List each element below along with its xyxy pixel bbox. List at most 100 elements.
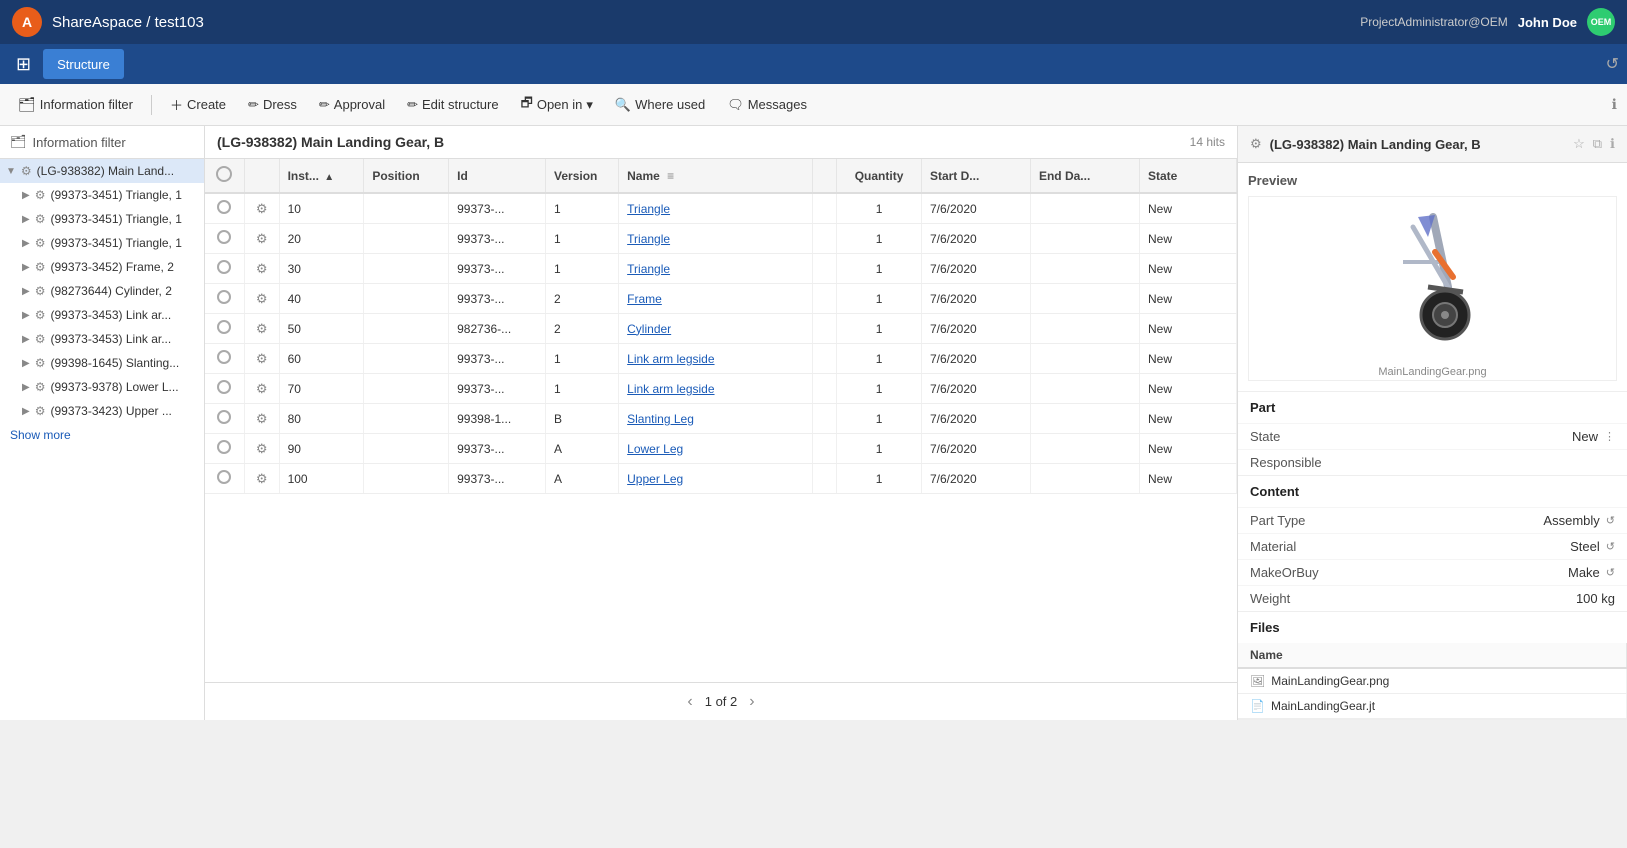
row-gear[interactable]: ⚙: [244, 404, 279, 434]
row-gear[interactable]: ⚙: [244, 254, 279, 284]
table-row[interactable]: ⚙ 70 99373-... 1 Link arm legside 1 7/6/…: [205, 374, 1237, 404]
next-page-button[interactable]: ›: [749, 693, 754, 711]
show-more[interactable]: Show more: [0, 423, 204, 447]
sidebar-item-tri1[interactable]: ▶ ⚙ (99373-3451) Triangle, 1: [0, 183, 204, 207]
row-name[interactable]: Cylinder: [619, 314, 813, 344]
messages-button[interactable]: 🗨 Messages: [719, 93, 815, 117]
table-row[interactable]: ⚙ 40 99373-... 2 Frame 1 7/6/2020 New: [205, 284, 1237, 314]
row-name-link[interactable]: Link arm legside: [627, 352, 714, 366]
row-name[interactable]: Triangle: [619, 193, 813, 224]
col-name-header[interactable]: Name ≡: [619, 159, 813, 193]
app-logo[interactable]: A: [12, 7, 42, 37]
info-filter-button[interactable]: 🗂 Information filter: [10, 92, 141, 117]
row-name[interactable]: Triangle: [619, 254, 813, 284]
row-gear[interactable]: ⚙: [244, 224, 279, 254]
structure-tab[interactable]: Structure: [43, 49, 124, 79]
sidebar-item-tri2[interactable]: ▶ ⚙ (99373-3451) Triangle, 1: [0, 207, 204, 231]
table-row[interactable]: ⚙ 30 99373-... 1 Triangle 1 7/6/2020 New: [205, 254, 1237, 284]
row-name-link[interactable]: Frame: [627, 292, 662, 306]
where-used-button[interactable]: 🔍 Where used: [607, 93, 713, 117]
copy-icon[interactable]: ⧉: [1593, 136, 1602, 152]
sidebar-item-link1[interactable]: ▶ ⚙ (99373-3453) Link ar...: [0, 303, 204, 327]
files-section-header[interactable]: Files: [1238, 612, 1627, 643]
table-row[interactable]: ⚙ 60 99373-... 1 Link arm legside 1 7/6/…: [205, 344, 1237, 374]
row-name[interactable]: Link arm legside: [619, 344, 813, 374]
row-check[interactable]: [205, 314, 244, 344]
row-name[interactable]: Lower Leg: [619, 434, 813, 464]
toolbar-info-icon[interactable]: ℹ: [1612, 96, 1617, 113]
star-icon[interactable]: ☆: [1573, 136, 1585, 152]
table-scroll[interactable]: Inst... ▲ Position Id Version Name ≡ Qua…: [205, 159, 1237, 682]
col-id-header[interactable]: Id: [449, 159, 546, 193]
table-row[interactable]: ⚙ 10 99373-... 1 Triangle 1 7/6/2020 New: [205, 193, 1237, 224]
row-name[interactable]: Link arm legside: [619, 374, 813, 404]
row-gear[interactable]: ⚙: [244, 374, 279, 404]
row-check[interactable]: [205, 434, 244, 464]
sidebar-item-main[interactable]: ▼ ⚙ (LG-938382) Main Land...: [0, 159, 204, 183]
makeorbuy-edit-icon[interactable]: ↺: [1606, 566, 1615, 579]
row-name-link[interactable]: Triangle: [627, 202, 670, 216]
prev-page-button[interactable]: ‹: [687, 693, 692, 711]
open-in-button[interactable]: 🗗 Open in ▾: [513, 90, 601, 120]
row-check[interactable]: [205, 404, 244, 434]
history-button[interactable]: ↺: [1606, 54, 1619, 74]
row-name-link[interactable]: Link arm legside: [627, 382, 714, 396]
table-row[interactable]: ⚙ 100 99373-... A Upper Leg 1 7/6/2020 N…: [205, 464, 1237, 494]
row-name-link[interactable]: Triangle: [627, 262, 670, 276]
col-start-header[interactable]: Start D...: [921, 159, 1030, 193]
part-section-header[interactable]: Part: [1238, 392, 1627, 423]
sidebar-item-frame[interactable]: ▶ ⚙ (99373-3452) Frame, 2: [0, 255, 204, 279]
sidebar-item-link2[interactable]: ▶ ⚙ (99373-3453) Link ar...: [0, 327, 204, 351]
file-name[interactable]: 📄MainLandingGear.jt: [1238, 694, 1627, 719]
col-qty-header[interactable]: Quantity: [837, 159, 922, 193]
file-name[interactable]: 🖼MainLandingGear.png: [1238, 668, 1627, 694]
row-name[interactable]: Triangle: [619, 224, 813, 254]
sidebar-item-cyl[interactable]: ▶ ⚙ (98273644) Cylinder, 2: [0, 279, 204, 303]
row-name-link[interactable]: Lower Leg: [627, 442, 683, 456]
row-name-link[interactable]: Cylinder: [627, 322, 671, 336]
col-pos-header[interactable]: Position: [364, 159, 449, 193]
sidebar-item-lower[interactable]: ▶ ⚙ (99373-9378) Lower L...: [0, 375, 204, 399]
row-check[interactable]: [205, 193, 244, 224]
part-type-edit-icon[interactable]: ↺: [1606, 514, 1615, 527]
row-name-link[interactable]: Upper Leg: [627, 472, 683, 486]
sidebar-item-slant[interactable]: ▶ ⚙ (99398-1645) Slanting...: [0, 351, 204, 375]
dress-button[interactable]: ✏ Dress: [240, 93, 305, 117]
col-ver-header[interactable]: Version: [546, 159, 619, 193]
row-name[interactable]: Upper Leg: [619, 464, 813, 494]
state-edit-icon[interactable]: ⋮: [1604, 430, 1615, 443]
row-check[interactable]: [205, 344, 244, 374]
row-gear[interactable]: ⚙: [244, 434, 279, 464]
row-name-link[interactable]: Slanting Leg: [627, 412, 694, 426]
table-row[interactable]: ⚙ 90 99373-... A Lower Leg 1 7/6/2020 Ne…: [205, 434, 1237, 464]
row-name[interactable]: Slanting Leg: [619, 404, 813, 434]
col-inst-header[interactable]: Inst... ▲: [279, 159, 364, 193]
file-row[interactable]: 🖼MainLandingGear.png: [1238, 668, 1627, 694]
select-all[interactable]: [216, 166, 232, 182]
row-check[interactable]: [205, 284, 244, 314]
sidebar-item-upper[interactable]: ▶ ⚙ (99373-3423) Upper ...: [0, 399, 204, 423]
table-row[interactable]: ⚙ 20 99373-... 1 Triangle 1 7/6/2020 New: [205, 224, 1237, 254]
apps-button[interactable]: ⊞: [8, 49, 39, 79]
file-row[interactable]: 📄MainLandingGear.jt: [1238, 694, 1627, 719]
table-row[interactable]: ⚙ 50 982736-... 2 Cylinder 1 7/6/2020 Ne…: [205, 314, 1237, 344]
row-gear[interactable]: ⚙: [244, 314, 279, 344]
row-check[interactable]: [205, 464, 244, 494]
col-end-header[interactable]: End Da...: [1030, 159, 1139, 193]
row-gear[interactable]: ⚙: [244, 344, 279, 374]
col-state-header[interactable]: State: [1139, 159, 1236, 193]
table-row[interactable]: ⚙ 80 99398-1... B Slanting Leg 1 7/6/202…: [205, 404, 1237, 434]
row-name[interactable]: Frame: [619, 284, 813, 314]
content-section-header[interactable]: Content: [1238, 476, 1627, 507]
sidebar-item-tri3[interactable]: ▶ ⚙ (99373-3451) Triangle, 1: [0, 231, 204, 255]
edit-structure-button[interactable]: ✏ Edit structure: [399, 93, 507, 117]
approval-button[interactable]: ✏ Approval: [311, 93, 393, 117]
material-edit-icon[interactable]: ↺: [1606, 540, 1615, 553]
row-gear[interactable]: ⚙: [244, 284, 279, 314]
row-check[interactable]: [205, 254, 244, 284]
create-button[interactable]: ＋ Create: [162, 91, 234, 118]
row-check[interactable]: [205, 224, 244, 254]
info-icon-panel[interactable]: ℹ: [1610, 136, 1615, 152]
row-check[interactable]: [205, 374, 244, 404]
row-gear[interactable]: ⚙: [244, 464, 279, 494]
